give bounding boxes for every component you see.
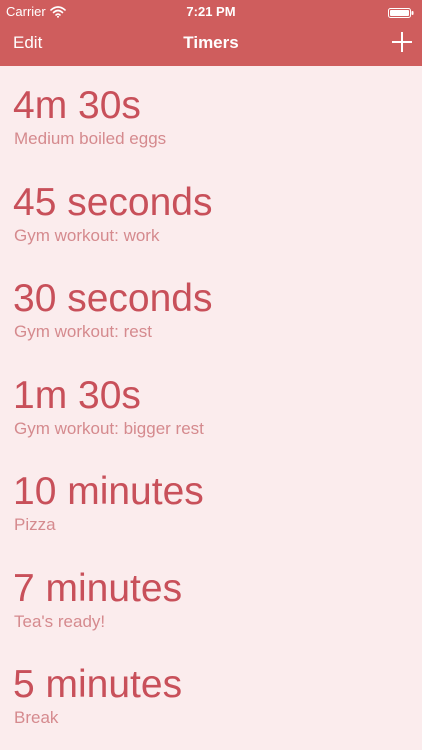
plus-icon — [391, 32, 413, 57]
header: Carrier 7:21 PM Edit Timers — [0, 0, 422, 66]
status-bar: Carrier 7:21 PM — [0, 0, 422, 22]
timer-label: Gym workout: work — [14, 226, 160, 245]
timer-label: Tea's ready! — [14, 612, 106, 631]
timer-duration: 5 minutes — [13, 663, 183, 706]
timer-row[interactable]: 5 minutes Break — [0, 645, 422, 741]
timer-duration: 45 seconds — [13, 181, 213, 224]
timer-row[interactable]: 45 seconds Gym workout: work — [0, 163, 422, 259]
timer-duration: 1m 30s — [13, 374, 141, 417]
timer-duration: 7 minutes — [13, 567, 183, 610]
timer-list: 4m 30s Medium boiled eggs 45 seconds Gym… — [0, 66, 422, 750]
edit-button[interactable]: Edit — [13, 33, 42, 53]
timer-duration: 4m 30s — [13, 84, 141, 127]
timer-label: Pizza — [14, 515, 56, 534]
timer-row[interactable]: 30 seconds Gym workout: rest — [0, 259, 422, 355]
timer-label: Break — [14, 708, 59, 727]
timer-label: Gym workout: bigger rest — [14, 419, 204, 438]
add-timer-button[interactable] — [391, 31, 413, 53]
battery-icon — [388, 6, 414, 18]
page-title: Timers — [183, 33, 239, 52]
timer-label: Gym workout: rest — [14, 322, 152, 341]
status-time: 7:21 PM — [186, 4, 236, 19]
timer-duration: 10 minutes — [13, 470, 204, 513]
nav-bar: Edit Timers — [0, 22, 422, 66]
timer-row[interactable]: 10 minutes Pizza — [0, 452, 422, 548]
timer-row[interactable]: 1m 30s Gym workout: bigger rest — [0, 356, 422, 452]
timer-label: Medium boiled eggs — [14, 129, 167, 148]
timer-row[interactable]: 7 minutes Tea's ready! — [0, 549, 422, 645]
timer-row[interactable]: 4m 30s Medium boiled eggs — [0, 66, 422, 162]
timer-duration: 30 seconds — [13, 277, 213, 320]
